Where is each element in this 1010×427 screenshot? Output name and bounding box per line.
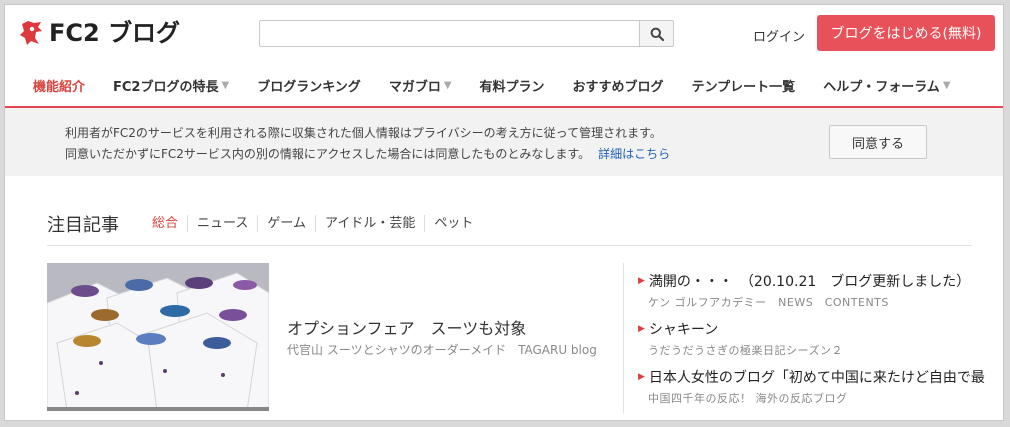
side-article-source[interactable]: うだうだうさぎの極楽日記シーズン２: [648, 342, 998, 358]
agree-button[interactable]: 同意する: [829, 125, 927, 159]
side-article-list: ▶ 満開の・・・ （20.10.21 ブログ更新しました） ケン ゴルフアカデミー…: [638, 271, 998, 415]
featured-heading: 注目記事: [47, 215, 119, 236]
nav-item-paid-plan[interactable]: 有料プラン: [480, 76, 545, 95]
tab-overall[interactable]: 総合: [152, 215, 187, 232]
category-tabs: 総合 ニュース ゲーム アイドル・芸能 ペット: [152, 215, 482, 232]
side-article-source[interactable]: ケン ゴルフアカデミー NEWS CONTENTS: [648, 294, 998, 310]
search-icon: [650, 27, 664, 41]
page-frame: FC2 ブログ ログイン ブログをはじめる(無料) 機能紹介 FC2ブログの特長…: [4, 4, 1004, 421]
nav-item-label: ヘルプ・フォーラム: [823, 80, 940, 95]
featured-article-source[interactable]: 代官山 スーツとシャツのオーダーメイド TAGARU blog: [287, 341, 597, 358]
fc2-logo-icon: [20, 21, 42, 45]
nav-item-label: 機能紹介: [33, 80, 86, 95]
nav-item-label: テンプレート一覧: [691, 80, 796, 95]
side-article-source[interactable]: 中国四千年の反応！ 海外の反応ブログ: [648, 390, 998, 406]
list-item[interactable]: ▶ シャキーン うだうだうさぎの極楽日記シーズン２: [638, 319, 998, 358]
search-bar: [259, 20, 674, 47]
notice-line-2-text: 同意いただかずにFC2サービス内の別の情報にアクセスした場合には同意したものとみ…: [65, 147, 591, 161]
nav-item-label: FC2ブログの特長: [113, 80, 219, 95]
main-nav: 機能紹介 FC2ブログの特長 ▼ ブログランキング マガブロ ▼ 有料プラン おすす…: [5, 65, 1003, 108]
nav-item-label: おすすめブログ: [572, 80, 664, 95]
featured-article-thumbnail[interactable]: [47, 263, 269, 411]
list-item[interactable]: ▶ 満開の・・・ （20.10.21 ブログ更新しました） ケン ゴルフアカデミー…: [638, 271, 998, 310]
tab-game[interactable]: ゲーム: [257, 215, 315, 232]
caret-down-icon: ▼: [221, 80, 230, 91]
start-blog-button[interactable]: ブログをはじめる(無料): [817, 15, 995, 51]
notice-line-2: 同意いただかずにFC2サービス内の別の情報にアクセスした場合には同意したものとみ…: [65, 144, 670, 165]
triangle-right-icon: ▶: [638, 324, 645, 334]
tab-idol[interactable]: アイドル・芸能: [315, 215, 424, 232]
triangle-right-icon: ▶: [638, 372, 645, 382]
nav-item-label: 有料プラン: [479, 80, 545, 95]
side-article-title[interactable]: 満開の・・・ （20.10.21 ブログ更新しました）: [649, 271, 970, 291]
logo-text: FC2 ブログ: [49, 19, 181, 47]
caret-down-icon: ▼: [443, 80, 452, 91]
nav-item-templates[interactable]: テンプレート一覧: [692, 76, 796, 95]
column-divider: [623, 263, 624, 413]
search-button[interactable]: [639, 20, 674, 47]
nav-item-magablo[interactable]: マガブロ ▼: [389, 76, 452, 95]
side-article-title[interactable]: 日本人女性のブログ「初めて中国に来たけど自由で最: [649, 367, 985, 387]
nav-item-help-forum[interactable]: ヘルプ・フォーラム ▼: [823, 76, 950, 95]
nav-item-features[interactable]: 機能紹介: [33, 76, 85, 95]
notice-line-1: 利用者がFC2のサービスを利用される際に収集された個人情報はプライバシーの考え方…: [65, 126, 662, 140]
nav-item-recommended[interactable]: おすすめブログ: [573, 76, 664, 95]
nav-item-label: マガブロ: [388, 80, 441, 95]
tab-news[interactable]: ニュース: [187, 215, 257, 232]
privacy-notice: 利用者がFC2のサービスを利用される際に収集された個人情報はプライバシーの考え方…: [5, 108, 1003, 176]
list-item[interactable]: ▶ 日本人女性のブログ「初めて中国に来たけど自由で最 中国四千年の反応！ 海外の反…: [638, 367, 998, 406]
section-divider: [47, 245, 972, 246]
nav-item-fc2blog-features[interactable]: FC2ブログの特長 ▼: [113, 76, 229, 95]
search-input[interactable]: [259, 20, 639, 47]
site-header: FC2 ブログ ログイン ブログをはじめる(無料): [5, 5, 1003, 65]
site-logo[interactable]: FC2 ブログ: [19, 18, 180, 48]
notice-text: 利用者がFC2のサービスを利用される際に収集された個人情報はプライバシーの考え方…: [65, 123, 670, 165]
tab-pet[interactable]: ペット: [424, 215, 482, 232]
details-link[interactable]: 詳細はこちら: [598, 147, 670, 161]
nav-item-ranking[interactable]: ブログランキング: [257, 76, 361, 95]
triangle-right-icon: ▶: [638, 276, 645, 286]
featured-article-title[interactable]: オプションフェア スーツも対象: [287, 315, 526, 339]
nav-item-label: ブログランキング: [257, 80, 361, 95]
login-link[interactable]: ログイン: [753, 26, 805, 45]
caret-down-icon: ▼: [942, 80, 951, 91]
side-article-title[interactable]: シャキーン: [649, 319, 718, 339]
